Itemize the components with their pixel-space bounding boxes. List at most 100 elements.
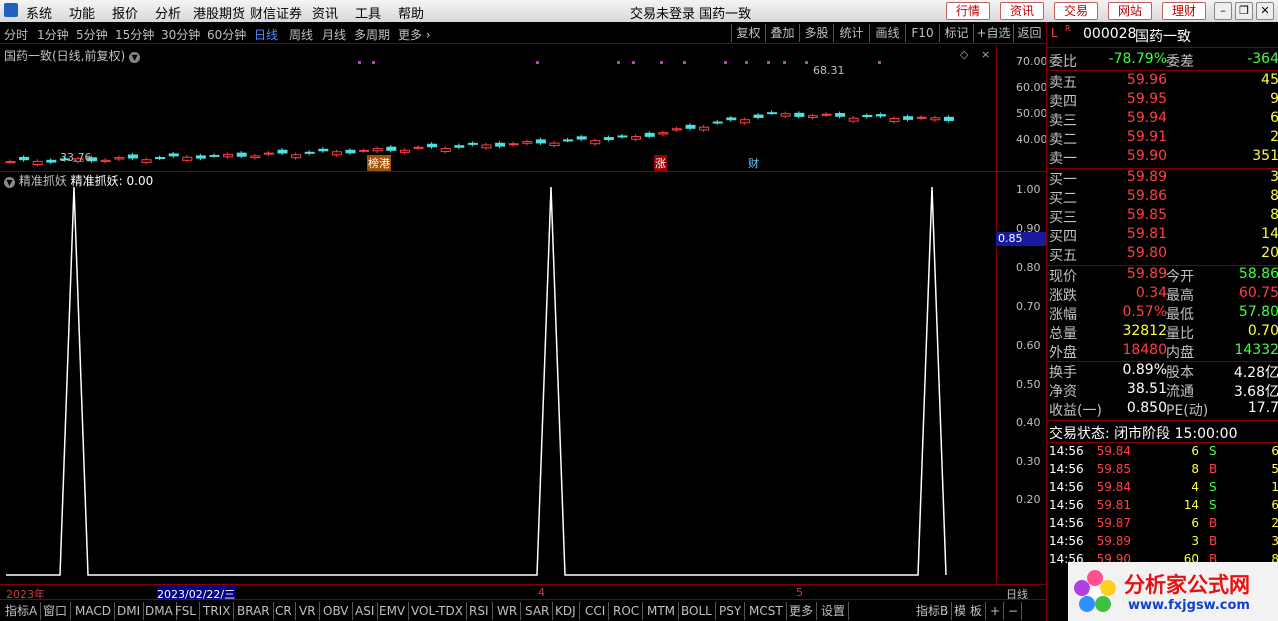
tool-back[interactable]: 返回 [1013, 24, 1045, 42]
period-1min[interactable]: 1分钟 [37, 26, 69, 43]
tool-multi-stock[interactable]: 多股 [799, 24, 833, 42]
indicator-tab[interactable]: CCI [582, 602, 610, 620]
candle [644, 132, 655, 137]
period-daily[interactable]: 日线 [254, 26, 278, 43]
l-badge: L [1051, 26, 1058, 40]
indicator-tab[interactable]: MACD [72, 602, 115, 620]
tick-count: 1 [1271, 480, 1278, 494]
indicator-tab[interactable]: EMV [376, 602, 410, 620]
fin-label: 流通 [1166, 384, 1194, 400]
chevron-down-icon[interactable]: ▼ [129, 52, 141, 63]
candle [903, 116, 914, 120]
menu-tools[interactable]: 工具 [355, 3, 381, 22]
tick-time: 14:56 [1049, 516, 1084, 530]
indicator-tab[interactable]: + [987, 602, 1005, 620]
finance-button[interactable]: 理财 [1162, 2, 1206, 20]
news-button[interactable]: 资讯 [1000, 2, 1044, 20]
period-monthly[interactable]: 月线 [322, 26, 346, 43]
tool-stats[interactable]: 统计 [833, 24, 869, 42]
indicator-tab[interactable]: BOLL [678, 602, 716, 620]
tool-draw[interactable]: 画线 [869, 24, 905, 42]
indicator-tab[interactable]: 指标B [913, 602, 953, 620]
indicator-tab[interactable]: VR [296, 602, 320, 620]
diamond-icon[interactable]: ◇ [960, 48, 968, 61]
indicator-tab[interactable]: ASI [352, 602, 379, 620]
menu-securities[interactable]: 财信证券 [250, 3, 302, 22]
candle [454, 145, 465, 148]
website-button[interactable]: 网站 [1108, 2, 1152, 20]
indicator-tab[interactable]: PSY [716, 602, 746, 620]
tick-row: 14:56 59.84 4 S 1 [1049, 480, 1278, 498]
indicator-tab[interactable]: BRAR [234, 602, 274, 620]
indicator-tab[interactable]: ROC [610, 602, 644, 620]
period-60min[interactable]: 60分钟 [207, 26, 246, 43]
candle [671, 128, 682, 131]
indicator-tab[interactable]: TRIX [200, 602, 235, 620]
candle [495, 142, 506, 147]
tool-add-fav[interactable]: +自选 [973, 24, 1013, 42]
indicator-tab[interactable]: VOL-TDX [408, 602, 467, 620]
indicator-tab[interactable]: RSI [466, 602, 493, 620]
tool-f10[interactable]: F10 [905, 24, 939, 42]
indicator-tab[interactable]: MTM [644, 602, 680, 620]
ask-label: 卖二 [1049, 132, 1077, 148]
kline-chart[interactable] [0, 45, 1046, 172]
indicator-tab[interactable]: − [1005, 602, 1023, 620]
indicator-tab[interactable]: WR [494, 602, 522, 620]
ask-volume: 351 [1252, 148, 1278, 164]
indicator-tab[interactable]: CR [272, 602, 296, 620]
period-fenshi[interactable]: 分时 [4, 26, 28, 43]
period-5min[interactable]: 5分钟 [76, 26, 108, 43]
menu-quote[interactable]: 报价 [112, 3, 138, 22]
indicator-tab[interactable]: SAR [522, 602, 554, 620]
ind-ytick: 0.50 [1016, 378, 1041, 391]
close-icon[interactable]: ✕ [1256, 2, 1274, 20]
indicator-chart[interactable] [0, 172, 996, 584]
candle [127, 154, 138, 159]
restore-icon[interactable]: ❐ [1235, 2, 1253, 20]
period-weekly[interactable]: 周线 [289, 26, 313, 43]
menu-function[interactable]: 功能 [69, 3, 95, 22]
indicator-tab[interactable]: 指标A [2, 602, 42, 620]
marker-zhang[interactable]: 涨 [654, 155, 667, 171]
period-multi[interactable]: 多周期 [354, 26, 390, 43]
indicator-tab[interactable]: KDJ [552, 602, 580, 620]
trade-button[interactable]: 交易 [1054, 2, 1098, 20]
candle [563, 139, 574, 142]
ask-label: 卖五 [1049, 75, 1077, 91]
bid-row: 买二 59.86 8 [1049, 188, 1278, 207]
marker-bang[interactable]: 榜港 [367, 155, 391, 171]
tool-mark[interactable]: 标记 [939, 24, 973, 42]
minimize-icon[interactable]: – [1214, 2, 1232, 20]
indicator-tab[interactable]: 窗口 [40, 602, 72, 620]
indicator-tab[interactable]: DMI [114, 602, 145, 620]
indicator-tab[interactable]: OBV [320, 602, 353, 620]
tick-time: 14:56 [1049, 498, 1084, 512]
indicator-tab[interactable]: 设置 [818, 602, 850, 620]
tool-overlay[interactable]: 叠加 [765, 24, 799, 42]
menu-analysis[interactable]: 分析 [155, 3, 181, 22]
period-30min[interactable]: 30分钟 [161, 26, 200, 43]
login-status: 交易未登录 国药一致 [630, 7, 752, 22]
indicator-tab[interactable]: 更多 [786, 602, 818, 620]
period-15min[interactable]: 15分钟 [115, 26, 154, 43]
indicator-tab[interactable]: MCST [746, 602, 787, 620]
weicha-value: -364 [1247, 51, 1278, 67]
stat-row: 总量 32812 量比 0.70 [1049, 323, 1278, 342]
ask-row: 卖一 59.90 351 [1049, 148, 1278, 167]
stat-label: 外盘 [1049, 345, 1077, 361]
fin-label: 净资 [1049, 384, 1077, 400]
menu-system[interactable]: 系统 [26, 3, 52, 22]
period-more[interactable]: 更多 › [398, 26, 431, 43]
close-chart-icon[interactable]: × [981, 48, 990, 61]
indicator-tab[interactable]: 模 板 [951, 602, 986, 620]
menu-hk-futures[interactable]: 港股期货 [193, 3, 245, 22]
menu-news[interactable]: 资讯 [312, 3, 338, 22]
marker-cai[interactable]: 财 [748, 155, 759, 171]
event-dot [878, 61, 881, 64]
tool-fuquan[interactable]: 复权 [731, 24, 765, 42]
event-dot [660, 61, 663, 64]
indicator-tab[interactable]: FSL [172, 602, 200, 620]
quote-button[interactable]: 行情 [946, 2, 990, 20]
menu-help[interactable]: 帮助 [398, 3, 424, 22]
